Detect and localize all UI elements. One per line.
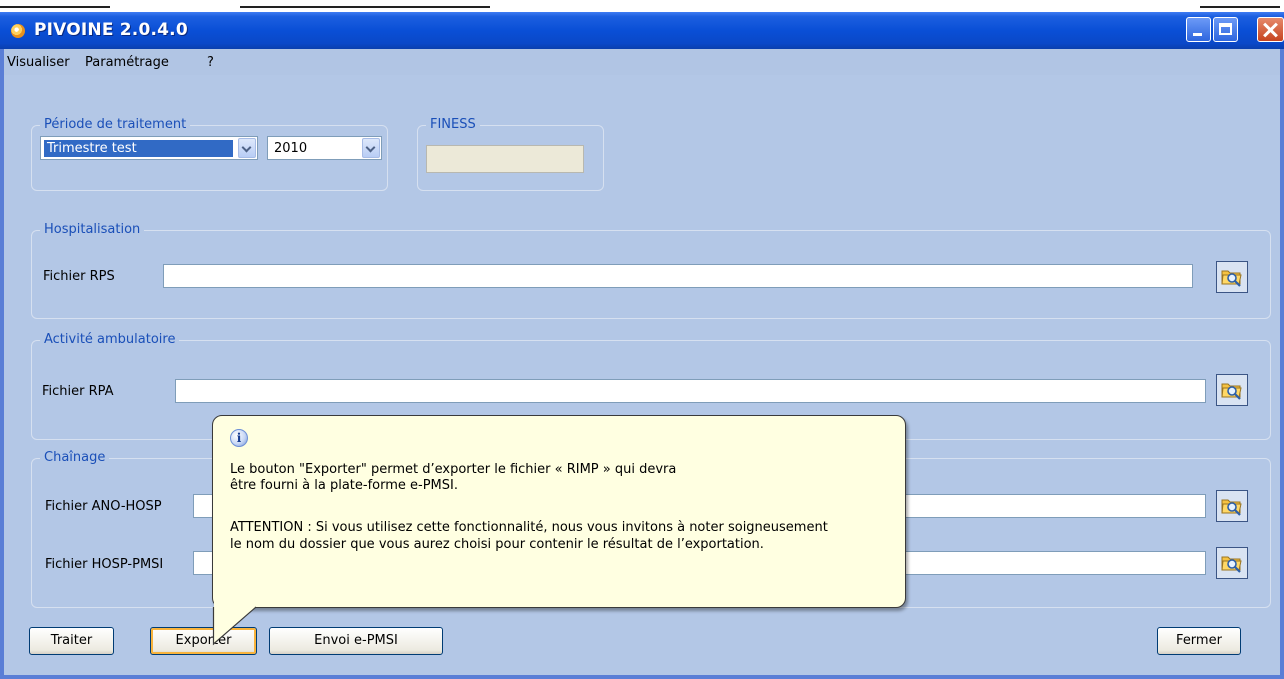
menu-visualiser[interactable]: Visualiser	[7, 55, 70, 70]
close-button[interactable]	[1257, 17, 1284, 42]
annee-value: 2010	[274, 141, 308, 156]
tooltip-line-1: Le bouton "Exporter" permet d’exporter l…	[230, 462, 677, 477]
periode-legend: Période de traitement	[40, 117, 191, 132]
menu-bar: Visualiser Paramétrage ?	[4, 49, 1280, 75]
annee-select[interactable]: 2010	[267, 136, 382, 160]
trimestre-select[interactable]: Trimestre test	[40, 136, 258, 160]
rpa-file-input[interactable]	[175, 379, 1206, 403]
trimestre-value: Trimestre test	[44, 140, 233, 157]
background-line	[1200, 6, 1280, 8]
periode-group: Période de traitement Trimestre test 201…	[31, 117, 388, 191]
window-title: PIVOINE 2.0.4.0	[34, 20, 188, 40]
ambulatoire-legend: Activité ambulatoire	[40, 332, 180, 347]
rps-browse-button[interactable]	[1216, 261, 1248, 293]
hospitalisation-legend: Hospitalisation	[40, 222, 145, 237]
background-line	[0, 6, 110, 8]
tooltip-pointer	[212, 598, 257, 646]
menu-parametrage[interactable]: Paramétrage	[85, 55, 169, 70]
envoi-epmsi-button[interactable]: Envoi e-PMSI	[269, 627, 443, 655]
folder-search-icon	[1221, 556, 1242, 573]
fermer-button[interactable]: Fermer	[1157, 627, 1241, 655]
exporter-tooltip: i Le bouton "Exporter" permet d’exporter…	[212, 415, 906, 608]
chevron-down-icon[interactable]	[362, 138, 380, 158]
hosp-pmsi-label: Fichier HOSP-PMSI	[45, 557, 164, 572]
pivoine-app-icon	[11, 24, 25, 38]
hospitalisation-group: Hospitalisation Fichier RPS	[31, 222, 1271, 319]
finess-group: FINESS	[417, 117, 604, 191]
folder-search-icon	[1221, 499, 1242, 516]
ano-hosp-label: Fichier ANO-HOSP	[45, 499, 162, 514]
hosp-pmsi-browse-button[interactable]	[1216, 547, 1248, 579]
menu-help[interactable]: ?	[207, 55, 214, 70]
folder-search-icon	[1221, 270, 1242, 287]
rps-file-input[interactable]	[163, 264, 1193, 288]
finess-input[interactable]	[426, 145, 584, 173]
tooltip-line-2: être fourni à la plate-forme e-PMSI.	[230, 478, 458, 493]
rpa-label: Fichier RPA	[42, 384, 114, 399]
maximize-button[interactable]	[1213, 17, 1238, 42]
background-line	[240, 6, 490, 8]
info-icon: i	[230, 429, 248, 447]
chevron-down-icon[interactable]	[238, 138, 256, 158]
tooltip-line-4: le nom du dossier que vous aurez choisi …	[230, 537, 764, 552]
tooltip-line-3: ATTENTION : Si vous utilisez cette fonct…	[230, 520, 828, 535]
finess-legend: FINESS	[426, 117, 480, 132]
background-window-strip	[0, 0, 1284, 12]
rps-label: Fichier RPS	[43, 269, 115, 284]
title-bar[interactable]: PIVOINE 2.0.4.0	[0, 12, 1284, 49]
traiter-button[interactable]: Traiter	[29, 627, 114, 655]
rpa-browse-button[interactable]	[1216, 374, 1248, 406]
minimize-button[interactable]	[1186, 17, 1211, 42]
folder-search-icon	[1221, 383, 1242, 400]
chainage-legend: Chaînage	[40, 450, 110, 465]
ano-hosp-browse-button[interactable]	[1216, 490, 1248, 522]
